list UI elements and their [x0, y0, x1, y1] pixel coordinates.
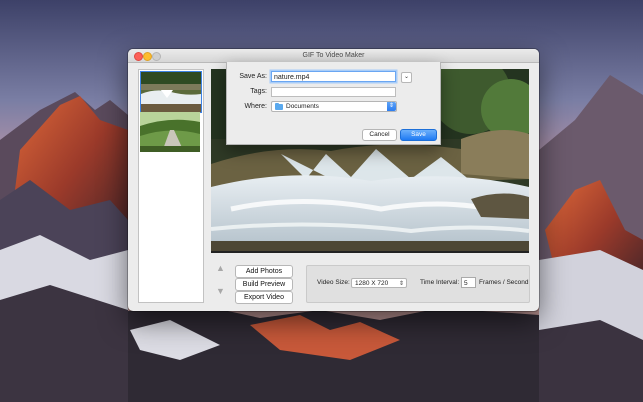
video-settings-panel: Video Size: 1280 X 720 ⇕ Time Interval: … — [306, 265, 530, 303]
preview-timeline[interactable] — [211, 251, 529, 253]
folder-icon — [275, 102, 283, 110]
zoom-window-button[interactable] — [152, 52, 161, 61]
title-bar: GIF To Video Maker — [128, 49, 539, 63]
save-as-label: Save As: — [239, 73, 267, 80]
export-video-button[interactable]: Export Video — [235, 291, 293, 304]
where-label: Where: — [244, 103, 267, 110]
video-size-value: 1280 X 720 — [355, 280, 389, 287]
save-as-input[interactable]: nature.mp4 — [271, 71, 396, 82]
video-size-label: Video Size: — [317, 279, 350, 286]
triangle-down-icon[interactable]: ▼ — [216, 286, 225, 296]
tags-input[interactable] — [271, 87, 396, 97]
where-value: Documents — [286, 103, 319, 110]
updown-chevron-icon: ⇕ — [387, 102, 396, 111]
where-select[interactable]: Documents ⇕ — [271, 101, 397, 112]
video-size-select[interactable]: 1280 X 720 ⇕ — [351, 278, 407, 288]
photo-list[interactable] — [138, 69, 204, 303]
save-button[interactable]: Save — [400, 129, 437, 141]
window-title: GIF To Video Maker — [302, 52, 365, 59]
time-interval-label: Time Interval: — [420, 279, 460, 286]
build-preview-button[interactable]: Build Preview — [235, 278, 293, 291]
triangle-up-icon[interactable]: ▲ — [216, 263, 225, 273]
cancel-button[interactable]: Cancel — [362, 129, 397, 141]
add-photos-button[interactable]: Add Photos — [235, 265, 293, 278]
path-thumbnail[interactable] — [140, 112, 200, 152]
minimize-window-button[interactable] — [143, 52, 152, 61]
tags-label: Tags: — [250, 88, 267, 95]
close-window-button[interactable] — [134, 52, 143, 61]
time-interval-input[interactable]: 5 — [461, 277, 476, 288]
updown-chevron-icon: ⇕ — [398, 281, 404, 287]
time-interval-unit: Frames / Second — [479, 279, 529, 286]
chevron-down-icon[interactable]: ⌄ — [401, 72, 412, 83]
waterfall-thumbnail[interactable] — [140, 71, 202, 113]
save-dialog: Save As: nature.mp4 ⌄ Tags: Where: Docum… — [226, 62, 441, 145]
